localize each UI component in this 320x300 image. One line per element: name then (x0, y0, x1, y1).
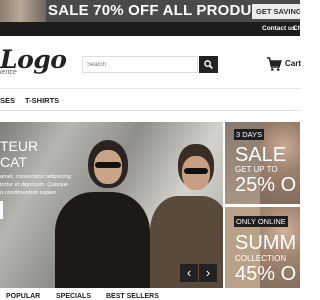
sale-banner[interactable]: 3 DAYS SALE GET UP TO 25% O (225, 122, 300, 204)
cart-icon[interactable] (266, 56, 282, 72)
hero-slider[interactable]: TEUR CAT amet, consectetur adipiscing to… (0, 122, 223, 288)
banner-subline: COLLECTION (235, 254, 287, 263)
hero-accent-bar (0, 201, 3, 219)
tab-popular[interactable]: POPULAR (6, 293, 40, 300)
hero-description: amet, consectetur adipiscing tortor et d… (0, 173, 82, 197)
banner-headline: SALE (235, 144, 287, 166)
hero-description-line: amet, consectetur adipiscing (0, 174, 71, 180)
contact-us-link[interactable]: Contact us (262, 25, 296, 32)
hero-description-line: tortor et dignissim. Quisque (0, 182, 69, 188)
logo-tagline: ience (0, 69, 17, 76)
banner-discount: 25% O (235, 174, 297, 196)
search-button[interactable] (199, 56, 218, 73)
search-input[interactable] (82, 56, 198, 73)
hero-woman-body (55, 192, 150, 288)
nav-item-dresses[interactable]: SES (0, 96, 15, 105)
hero-title: TEUR CAT (0, 138, 38, 170)
tab-specials[interactable]: SPECIALS (56, 293, 91, 300)
sunglasses-image (95, 162, 121, 168)
banner-headline: SUMM (235, 232, 297, 254)
slider-next-button[interactable]: › (199, 264, 217, 282)
cart-label[interactable]: Cart (285, 59, 301, 68)
utility-bar: Contact us Ch (0, 22, 302, 36)
hero-description-line: n condimentum sapien. (0, 190, 58, 196)
banner-tag: 3 DAYS (234, 129, 265, 140)
checkout-link[interactable]: Ch (293, 25, 302, 32)
promo-photo (0, 0, 46, 22)
nav-divider-bottom (0, 110, 300, 111)
get-savings-button[interactable]: GET SAVINGS NOW (252, 4, 300, 19)
chevron-right-icon: › (205, 265, 211, 280)
hero-title-line: TEUR (0, 138, 39, 154)
banner-discount: 45% O (235, 263, 297, 285)
chevron-left-icon: ‹ (186, 265, 192, 280)
banner-subline: GET UP TO (235, 165, 278, 174)
promo-text: SALE 70% OFF ALL PRODUCTS (48, 2, 283, 19)
tab-best-sellers[interactable]: BEST SELLERS (106, 293, 159, 300)
sunglasses-image (184, 168, 208, 174)
slider-prev-button[interactable]: ‹ (180, 264, 198, 282)
nav-divider-top (0, 88, 300, 89)
promo-banner[interactable]: SALE 70% OFF ALL PRODUCTS GET SAVINGS NO… (0, 0, 300, 22)
hero-title-line: CAT (0, 154, 27, 170)
summer-collection-banner[interactable]: ONLY ONLINE SUMM COLLECTION 45% O (225, 207, 300, 288)
search-icon (204, 60, 213, 69)
banner-tag: ONLY ONLINE (234, 216, 288, 227)
nav-item-t-shirts[interactable]: T-SHIRTS (25, 96, 59, 105)
